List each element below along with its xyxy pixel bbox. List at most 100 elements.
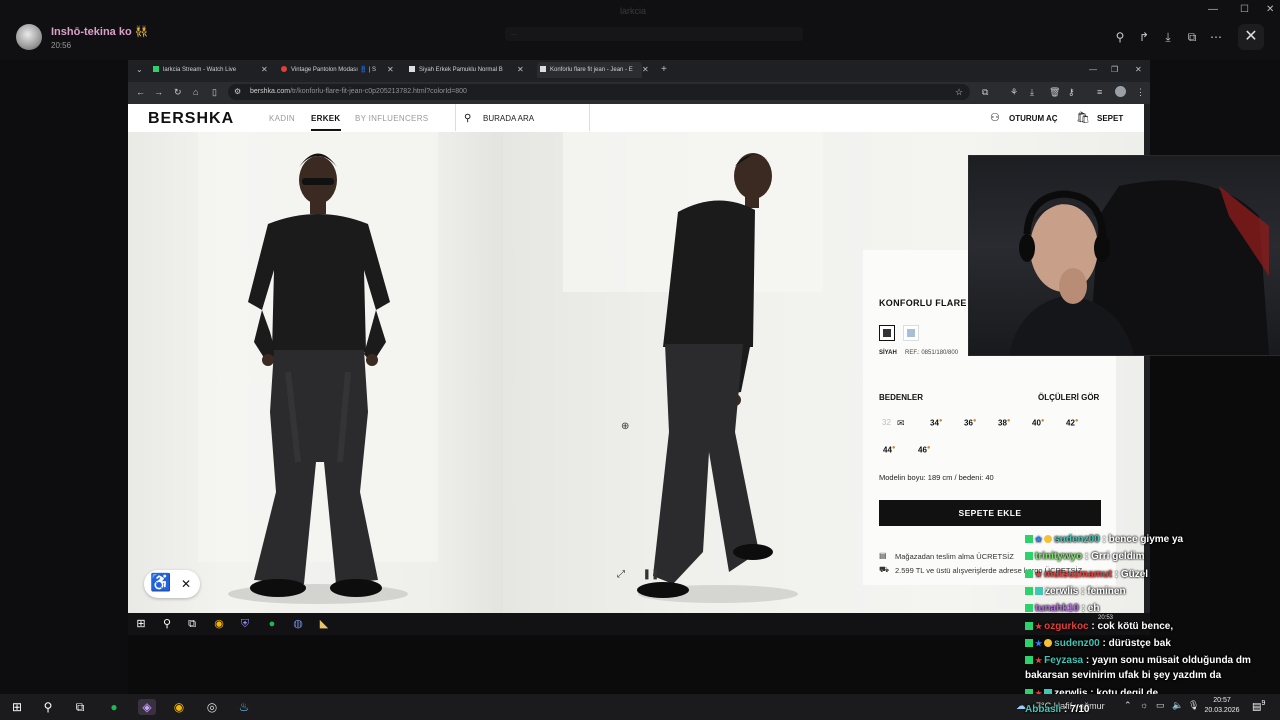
tab-close-icon[interactable]: ✕ <box>261 62 268 78</box>
chrome-icon[interactable]: ◉ <box>170 699 188 715</box>
download-icon[interactable]: ⤓ <box>1161 30 1175 44</box>
delete-icon[interactable]: 🗑 <box>1049 86 1060 98</box>
brightness-icon[interactable]: ☼ <box>1140 700 1148 710</box>
spotify-icon[interactable]: ● <box>264 616 280 632</box>
product-photo-front[interactable] <box>128 132 503 613</box>
chat-user[interactable]: tunahk10 <box>1035 603 1079 614</box>
split-view-icon[interactable]: ▯ <box>212 86 217 98</box>
chat-user[interactable]: mutsuzmamut <box>1044 569 1112 580</box>
windows-start-icon[interactable]: ⊞ <box>8 699 26 715</box>
forward-icon[interactable]: → <box>154 86 163 98</box>
media-player-icon[interactable]: ◈ <box>138 699 156 715</box>
mic-icon[interactable]: 🎙 <box>1188 700 1199 711</box>
open-external-icon[interactable]: ⧉ <box>1185 30 1199 44</box>
color-swatch-black[interactable] <box>879 325 895 341</box>
nav-influencers[interactable]: BY INFLUENCERS <box>355 114 428 123</box>
more-icon[interactable]: ⋯ <box>1209 30 1223 44</box>
system-clock[interactable]: 20:57 20.03.2026 <box>1202 696 1242 716</box>
menu-icon[interactable]: ⋮ <box>1136 86 1145 98</box>
steam-icon[interactable]: ♨ <box>235 699 253 715</box>
site-info-icon[interactable]: ⚙ <box>234 86 241 98</box>
tab-search-icon[interactable]: ⌄ <box>136 62 143 78</box>
cart-icon[interactable]: 🛍 <box>1076 111 1090 124</box>
avatar[interactable] <box>16 24 42 50</box>
nav-erkek[interactable]: ERKEK <box>311 114 341 131</box>
key-icon[interactable]: ⚷ <box>1068 86 1075 98</box>
downloads-icon[interactable]: ⤓ <box>1030 86 1034 98</box>
size-option[interactable]: 36● <box>964 418 977 428</box>
close-icon[interactable]: ✕ <box>181 577 191 591</box>
address-bar[interactable]: bershka.com/tr/konforlu-flare-fit-jean-c… <box>228 84 970 100</box>
spotify-icon[interactable]: ● <box>105 699 123 715</box>
size-option[interactable]: 46● <box>918 445 931 455</box>
chat-user[interactable]: trinitywyo <box>1035 551 1082 562</box>
tab-close-icon[interactable]: ✕ <box>387 62 394 78</box>
chrome-icon[interactable]: ◉ <box>211 616 227 632</box>
size-option[interactable]: 42● <box>1066 418 1079 428</box>
task-view-icon[interactable]: ⧉ <box>71 699 89 715</box>
share-icon[interactable]: ↱ <box>1137 30 1151 44</box>
maximize-icon[interactable]: ☐ <box>1240 4 1249 15</box>
windows-start-icon[interactable]: ⊞ <box>133 616 149 632</box>
chat-user[interactable]: sudenz00 <box>1054 638 1100 649</box>
chat-user[interactable]: ozgurkoc <box>1044 621 1088 632</box>
tab-bershka-active[interactable]: Konforlu flare fit jean - Jean - E <box>537 62 642 78</box>
minimize-icon[interactable]: — <box>1208 4 1218 15</box>
media-icon[interactable]: ≡ <box>1097 86 1102 98</box>
obs-icon[interactable]: ◎ <box>203 699 221 715</box>
chat-user[interactable]: Feyzasa <box>1044 655 1083 666</box>
size-option[interactable]: 40● <box>1032 418 1045 428</box>
game-app-icon[interactable]: ◣ <box>316 616 332 632</box>
chat-user[interactable]: zerwlis <box>1045 586 1078 597</box>
size-option[interactable]: 32 <box>882 418 891 427</box>
shield-app-icon[interactable]: ⛨ <box>237 616 253 632</box>
tab-close-icon[interactable]: ✕ <box>517 62 524 78</box>
fullscreen-icon[interactable]: ⤢ <box>611 565 631 585</box>
home-icon[interactable]: ⌂ <box>193 86 198 98</box>
cart-link[interactable]: SEPET <box>1097 114 1123 123</box>
back-icon[interactable]: ← <box>136 86 145 98</box>
browser-maximize-icon[interactable]: ❐ <box>1111 62 1118 78</box>
search-input[interactable]: BURADA ARA <box>483 114 534 123</box>
profile-icon[interactable] <box>1115 86 1126 97</box>
chat-user[interactable]: sudenz00 <box>1054 534 1100 545</box>
volume-icon[interactable]: 🔈 <box>1172 700 1183 711</box>
pause-icon[interactable]: ❚❚ <box>641 565 661 585</box>
search-icon[interactable]: ⚲ <box>39 699 57 715</box>
search-icon[interactable]: ⚲ <box>464 113 471 124</box>
new-tab-icon[interactable]: + <box>661 62 667 78</box>
notification-icon[interactable]: ▤9 <box>1252 700 1265 712</box>
discord-icon[interactable]: ◍ <box>290 616 306 632</box>
browser-minimize-icon[interactable]: — <box>1089 62 1097 78</box>
close-viewer-button[interactable]: ✕ <box>1238 24 1264 50</box>
bookmark-star-icon[interactable]: ☆ <box>955 86 963 98</box>
tab-close-icon[interactable]: ✕ <box>642 62 649 78</box>
window-close-icon[interactable]: ✕ <box>1266 4 1274 15</box>
nav-kadin[interactable]: KADIN <box>269 114 295 123</box>
search-icon[interactable]: ⚲ <box>159 616 175 632</box>
browser-close-icon[interactable]: ✕ <box>1135 62 1142 78</box>
tab-pinterest[interactable]: Vintage Pantolon Modası 👖 | S <box>281 62 381 78</box>
size-guide-link[interactable]: ÖLÇÜLERİ GÖR <box>1038 393 1099 402</box>
size-option[interactable]: 34● <box>930 418 943 428</box>
tab-bershka-1[interactable]: Siyah Erkek Pamuklu Normal B <box>409 62 514 78</box>
brand-logo[interactable]: BERSHKA <box>148 110 234 128</box>
size-option[interactable]: 38● <box>998 418 1011 428</box>
login-link[interactable]: OTURUM AÇ <box>1009 114 1058 123</box>
chat-message: tunahk10 : eh <box>1025 603 1099 614</box>
size-option[interactable]: 44● <box>883 445 896 455</box>
tab-kick[interactable]: larkcia Stream - Watch Live <box>153 62 248 78</box>
add-to-cart-button[interactable]: SEPETE EKLE <box>879 500 1101 526</box>
color-swatch-blue[interactable] <box>903 325 919 341</box>
mail-icon[interactable]: ✉ <box>897 418 905 429</box>
zoom-icon[interactable]: ⚲ <box>1113 30 1127 44</box>
user-icon[interactable]: ⚇ <box>990 111 1000 124</box>
extension-icon[interactable]: ⚘ <box>1010 86 1018 98</box>
chat-user[interactable]: Abbasli <box>1025 704 1061 715</box>
accessibility-icon[interactable]: ♿ <box>150 573 171 593</box>
extensions-icon[interactable]: ⧉ <box>982 86 988 98</box>
reload-icon[interactable]: ↻ <box>174 86 182 98</box>
task-view-icon[interactable]: ⧉ <box>184 616 200 632</box>
network-icon[interactable]: ▭ <box>1156 700 1165 711</box>
tray-chevron-icon[interactable]: ⌃ <box>1124 700 1132 711</box>
